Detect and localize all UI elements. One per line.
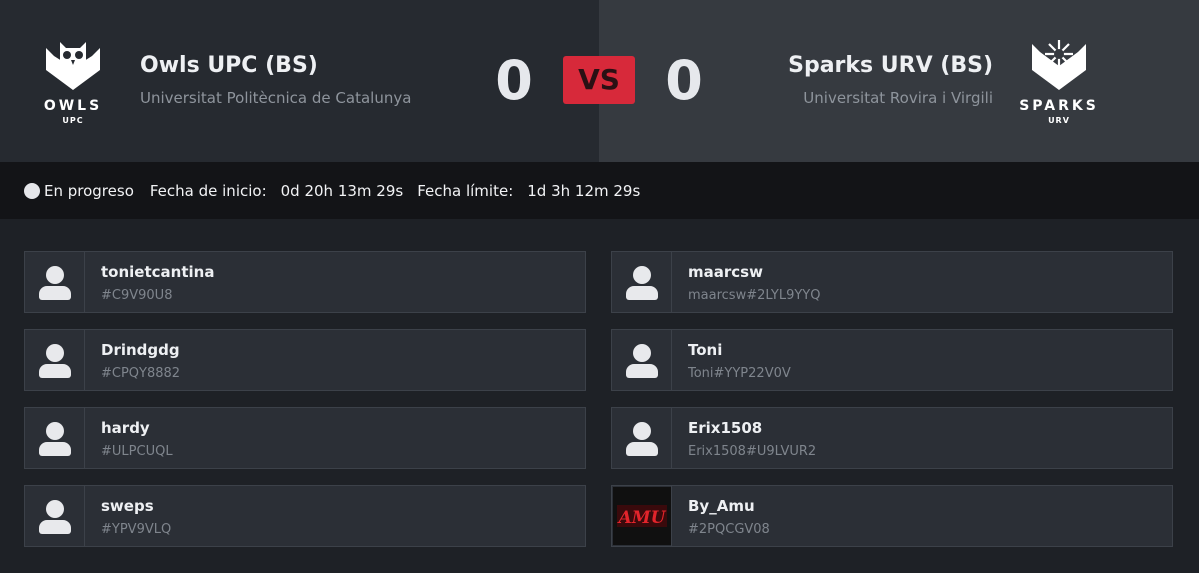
user-icon: [612, 330, 672, 390]
owl-icon: [46, 42, 100, 90]
user-icon: [612, 408, 672, 468]
away-team-name[interactable]: Sparks URV (BS): [788, 53, 993, 78]
avatar-text: AMU: [617, 508, 667, 528]
user-icon: [25, 252, 85, 312]
custom-avatar-image: AMU: [613, 487, 671, 545]
player-name: Drindgdg: [101, 341, 180, 359]
status-dot-icon: [24, 182, 40, 199]
player-tag: #ULPCUQL: [101, 444, 173, 459]
user-icon: [25, 408, 85, 468]
vs-badge: VS: [563, 56, 635, 104]
home-players-list: tonietcantina #C9V90U8 Drindgdg #CPQY888…: [24, 251, 586, 563]
player-name: Toni: [688, 341, 723, 359]
match-header: OWLS UPC Owls UPC (BS) Universitat Polit…: [0, 0, 1199, 162]
player-card[interactable]: Drindgdg #CPQY8882: [24, 329, 586, 391]
player-card[interactable]: Erix1508 Erix1508#U9LVUR2: [611, 407, 1173, 469]
player-name: Erix1508: [688, 419, 763, 437]
match-status-bar: En progreso Fecha de inicio: 0d 20h 13m …: [0, 162, 1199, 219]
player-tag: #C9V90U8: [101, 288, 173, 303]
deadline-label: Fecha límite:: [417, 181, 514, 200]
player-tag: #2PQCGV08: [688, 522, 770, 537]
start-value: 0d 20h 13m 29s: [280, 181, 404, 200]
away-players-list: maarcsw maarcsw#2LYL9YYQ Toni Toni#YYP22…: [611, 251, 1173, 563]
home-team-logo: OWLS UPC: [28, 38, 118, 130]
start-label: Fecha de inicio:: [149, 181, 267, 200]
spark-icon: [1032, 40, 1086, 90]
player-name: hardy: [101, 419, 150, 437]
player-tag: maarcsw#2LYL9YYQ: [688, 288, 821, 303]
player-name: sweps: [101, 497, 154, 515]
player-tag: #YPV9VLQ: [101, 522, 172, 537]
player-name: By_Amu: [688, 497, 755, 515]
player-name: maarcsw: [688, 263, 763, 281]
home-team-university: Universitat Politècnica de Catalunya: [140, 89, 412, 107]
player-card[interactable]: Toni Toni#YYP22V0V: [611, 329, 1173, 391]
user-icon: [25, 486, 85, 546]
home-logo-text: OWLS: [43, 98, 103, 114]
away-team-panel: 0 Sparks URV (BS) Universitat Rovira i V…: [599, 0, 1199, 162]
player-tag: Erix1508#U9LVUR2: [688, 444, 817, 459]
away-logo-text: SPARKS: [1019, 98, 1099, 114]
home-team-panel: OWLS UPC Owls UPC (BS) Universitat Polit…: [0, 0, 599, 162]
deadline-value: 1d 3h 12m 29s: [527, 181, 641, 200]
away-team-university: Universitat Rovira i Virgili: [803, 89, 993, 107]
player-card[interactable]: hardy #ULPCUQL: [24, 407, 586, 469]
away-team-logo: SPARKS URV: [1014, 38, 1104, 130]
away-score: 0: [665, 49, 703, 112]
player-card[interactable]: AMU By_Amu #2PQCGV08: [611, 485, 1173, 547]
status-state: En progreso: [44, 181, 134, 200]
user-icon: [612, 252, 672, 312]
player-tag: Toni#YYP22V0V: [688, 366, 791, 381]
player-card[interactable]: tonietcantina #C9V90U8: [24, 251, 586, 313]
player-tag: #CPQY8882: [101, 366, 181, 381]
home-team-name[interactable]: Owls UPC (BS): [140, 53, 318, 78]
away-logo-subtext: URV: [1048, 116, 1070, 125]
player-card[interactable]: maarcsw maarcsw#2LYL9YYQ: [611, 251, 1173, 313]
custom-avatar: AMU: [612, 486, 672, 546]
user-icon: [25, 330, 85, 390]
player-card[interactable]: sweps #YPV9VLQ: [24, 485, 586, 547]
player-name: tonietcantina: [101, 263, 215, 281]
home-score: 0: [495, 49, 533, 112]
home-logo-subtext: UPC: [62, 116, 84, 125]
